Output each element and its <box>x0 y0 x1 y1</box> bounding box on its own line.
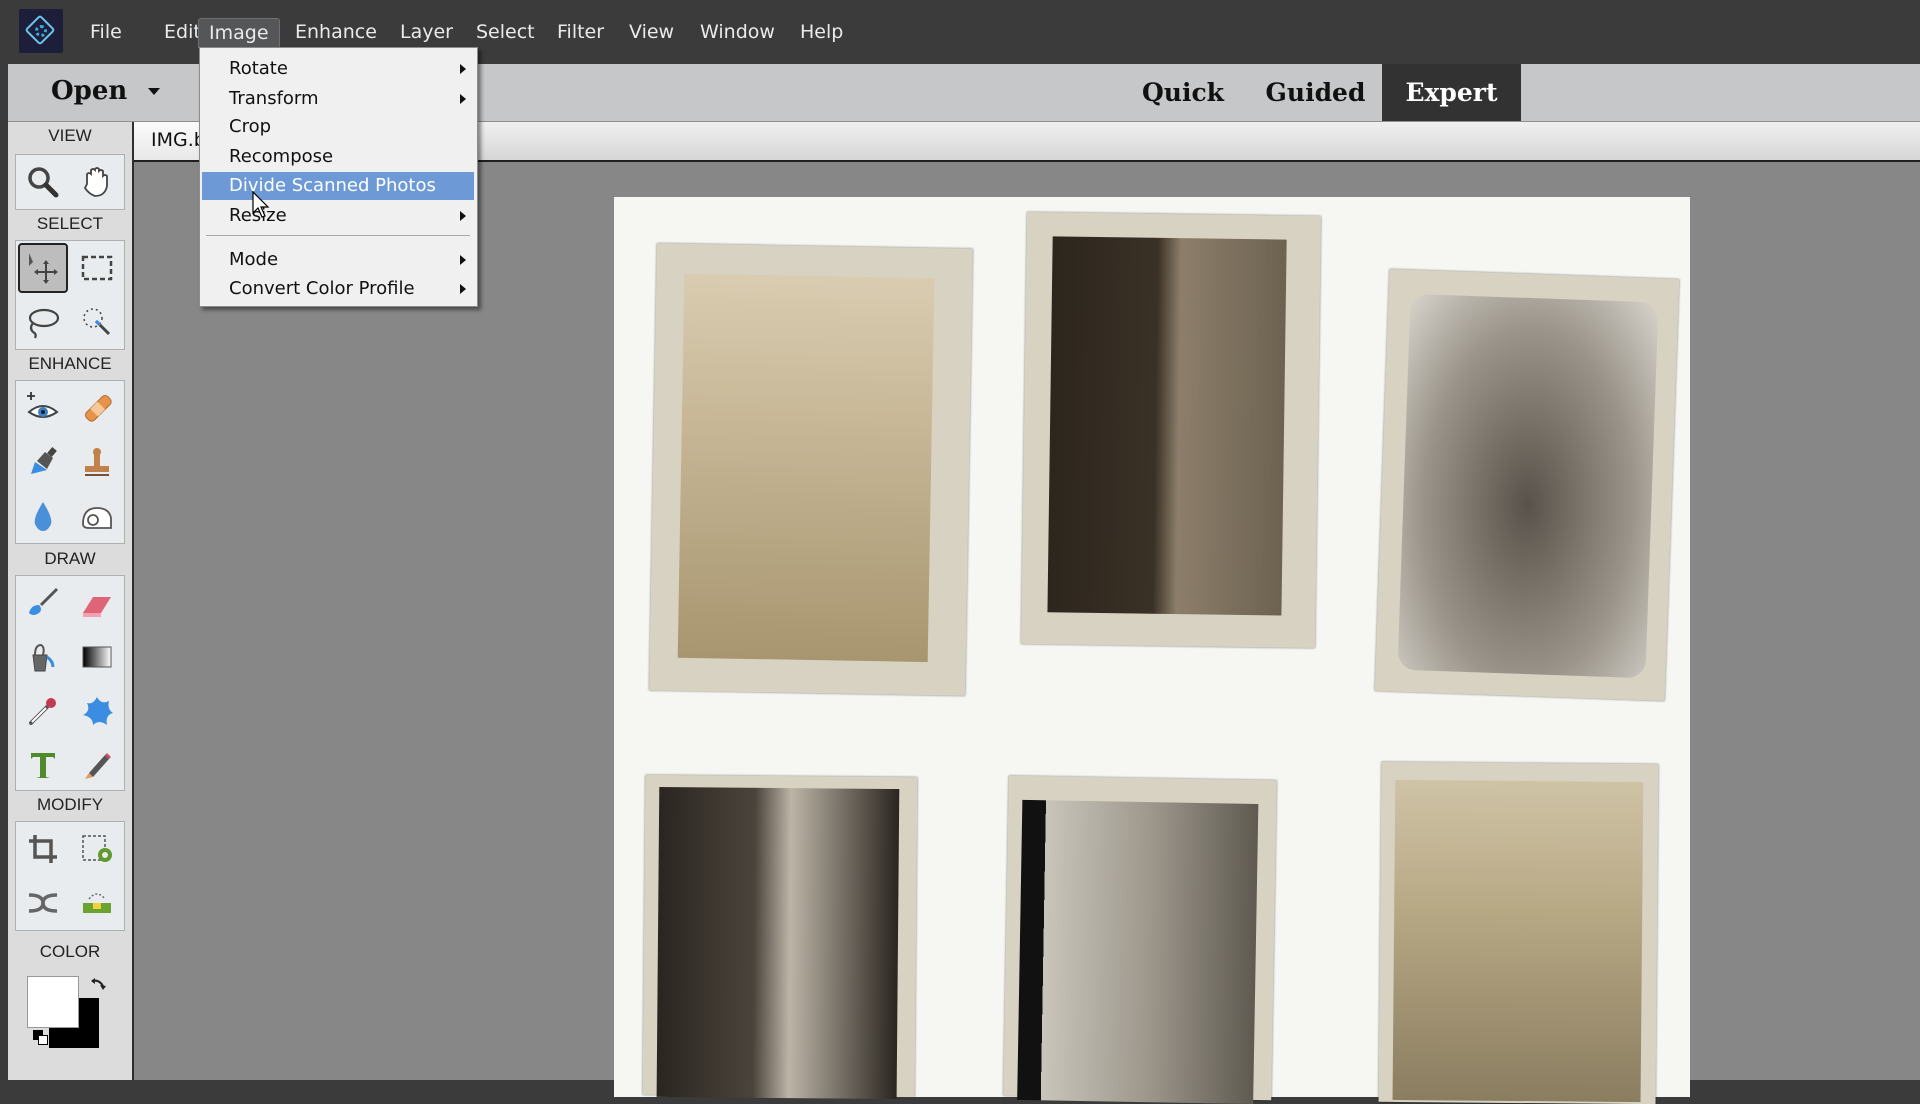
type-tool-icon[interactable] <box>18 740 68 790</box>
menu-enhance[interactable]: Enhance <box>285 18 387 46</box>
paint-bucket-tool-icon[interactable] <box>18 632 68 682</box>
straighten-tool-icon[interactable] <box>72 878 122 928</box>
submenu-arrow-icon <box>460 64 466 74</box>
tab-guided[interactable]: Guided <box>1253 64 1378 121</box>
photo-couple <box>1374 269 1680 701</box>
menu-filter[interactable]: Filter <box>547 18 614 46</box>
recompose-tool-icon[interactable] <box>72 824 122 874</box>
quick-selection-tool-icon[interactable] <box>72 297 122 347</box>
photo-family-rotated <box>1020 211 1322 649</box>
section-label-draw: DRAW <box>44 549 96 568</box>
menu-item-rotate[interactable]: Rotate <box>202 55 474 83</box>
tool-group-enhance <box>15 380 125 544</box>
tool-panel: VIEW SELECT ENHANCE DRAW MODIFY COLOR <box>8 122 134 1080</box>
eraser-tool-icon[interactable] <box>72 578 122 628</box>
menu-item-recompose[interactable]: Recompose <box>202 143 474 171</box>
content-aware-move-tool-icon[interactable] <box>18 878 68 928</box>
app-logo-icon <box>19 9 63 53</box>
tab-expert[interactable]: Expert <box>1382 64 1521 121</box>
document-tab-label: IMG.b <box>151 129 206 151</box>
menu-window[interactable]: Window <box>690 18 785 46</box>
submenu-arrow-icon <box>460 284 466 294</box>
tab-quick[interactable]: Quick <box>1128 64 1238 121</box>
tool-group-modify <box>15 821 125 931</box>
menu-select[interactable]: Select <box>466 18 545 46</box>
menu-item-mode[interactable]: Mode <box>202 246 474 274</box>
tool-group-view <box>15 154 125 210</box>
menu-layer[interactable]: Layer <box>390 18 463 46</box>
hand-tool-icon[interactable] <box>72 157 122 207</box>
menu-file[interactable]: File <box>80 18 132 46</box>
swap-colors-icon[interactable] <box>89 976 107 998</box>
lasso-tool-icon[interactable] <box>18 297 68 347</box>
default-colors-icon[interactable] <box>33 1030 48 1045</box>
menu-item-convert-color-profile[interactable]: Convert Color Profile <box>202 275 474 303</box>
zoom-tool-icon[interactable] <box>18 157 68 207</box>
marquee-tool-icon[interactable] <box>72 243 122 293</box>
custom-shape-tool-icon[interactable] <box>72 686 122 736</box>
menu-image[interactable]: Image <box>198 18 280 48</box>
spot-healing-tool-icon[interactable] <box>72 383 122 433</box>
blur-tool-icon[interactable] <box>18 491 68 541</box>
submenu-arrow-icon <box>460 211 466 221</box>
brush-tool-icon[interactable] <box>18 578 68 628</box>
pencil-tool-icon[interactable] <box>72 740 122 790</box>
submenu-arrow-icon <box>460 255 466 265</box>
section-label-enhance: ENHANCE <box>28 354 112 373</box>
photo-woman-boat <box>1378 761 1659 1104</box>
section-label-modify: MODIFY <box>36 795 104 814</box>
section-label-view: VIEW <box>48 126 92 145</box>
photo-tree <box>649 243 973 696</box>
tool-group-draw <box>15 575 125 791</box>
section-label-color: COLOR <box>39 942 101 961</box>
photo-man-seated <box>642 774 918 1100</box>
open-dropdown-icon[interactable] <box>148 88 160 95</box>
menu-separator <box>206 235 470 236</box>
menu-help[interactable]: Help <box>790 18 853 46</box>
tool-group-select <box>15 240 125 350</box>
clone-stamp-tool-icon[interactable] <box>72 437 122 487</box>
menu-item-transform[interactable]: Transform <box>202 85 474 113</box>
crop-tool-icon[interactable] <box>18 824 68 874</box>
menu-item-resize[interactable]: Resize <box>202 202 474 230</box>
photo-woman-tree <box>1003 775 1277 1104</box>
sponge-tool-icon[interactable] <box>72 491 122 541</box>
submenu-arrow-icon <box>460 94 466 104</box>
eyedropper-tool-icon[interactable] <box>18 686 68 736</box>
scanned-image[interactable] <box>614 197 1690 1104</box>
image-menu-dropdown: Rotate Transform Crop Recompose Divide S… <box>199 47 478 307</box>
menu-item-divide-scanned-photos[interactable]: Divide Scanned Photos <box>202 172 474 200</box>
move-tool-icon[interactable] <box>18 243 68 293</box>
gradient-tool-icon[interactable] <box>72 632 122 682</box>
section-label-select: SELECT <box>36 214 104 233</box>
foreground-color-swatch[interactable] <box>27 976 79 1028</box>
menu-item-crop[interactable]: Crop <box>202 113 474 141</box>
smart-brush-tool-icon[interactable] <box>18 437 68 487</box>
open-button[interactable]: Open <box>51 76 127 106</box>
red-eye-tool-icon[interactable] <box>18 383 68 433</box>
menu-view[interactable]: View <box>619 18 684 46</box>
